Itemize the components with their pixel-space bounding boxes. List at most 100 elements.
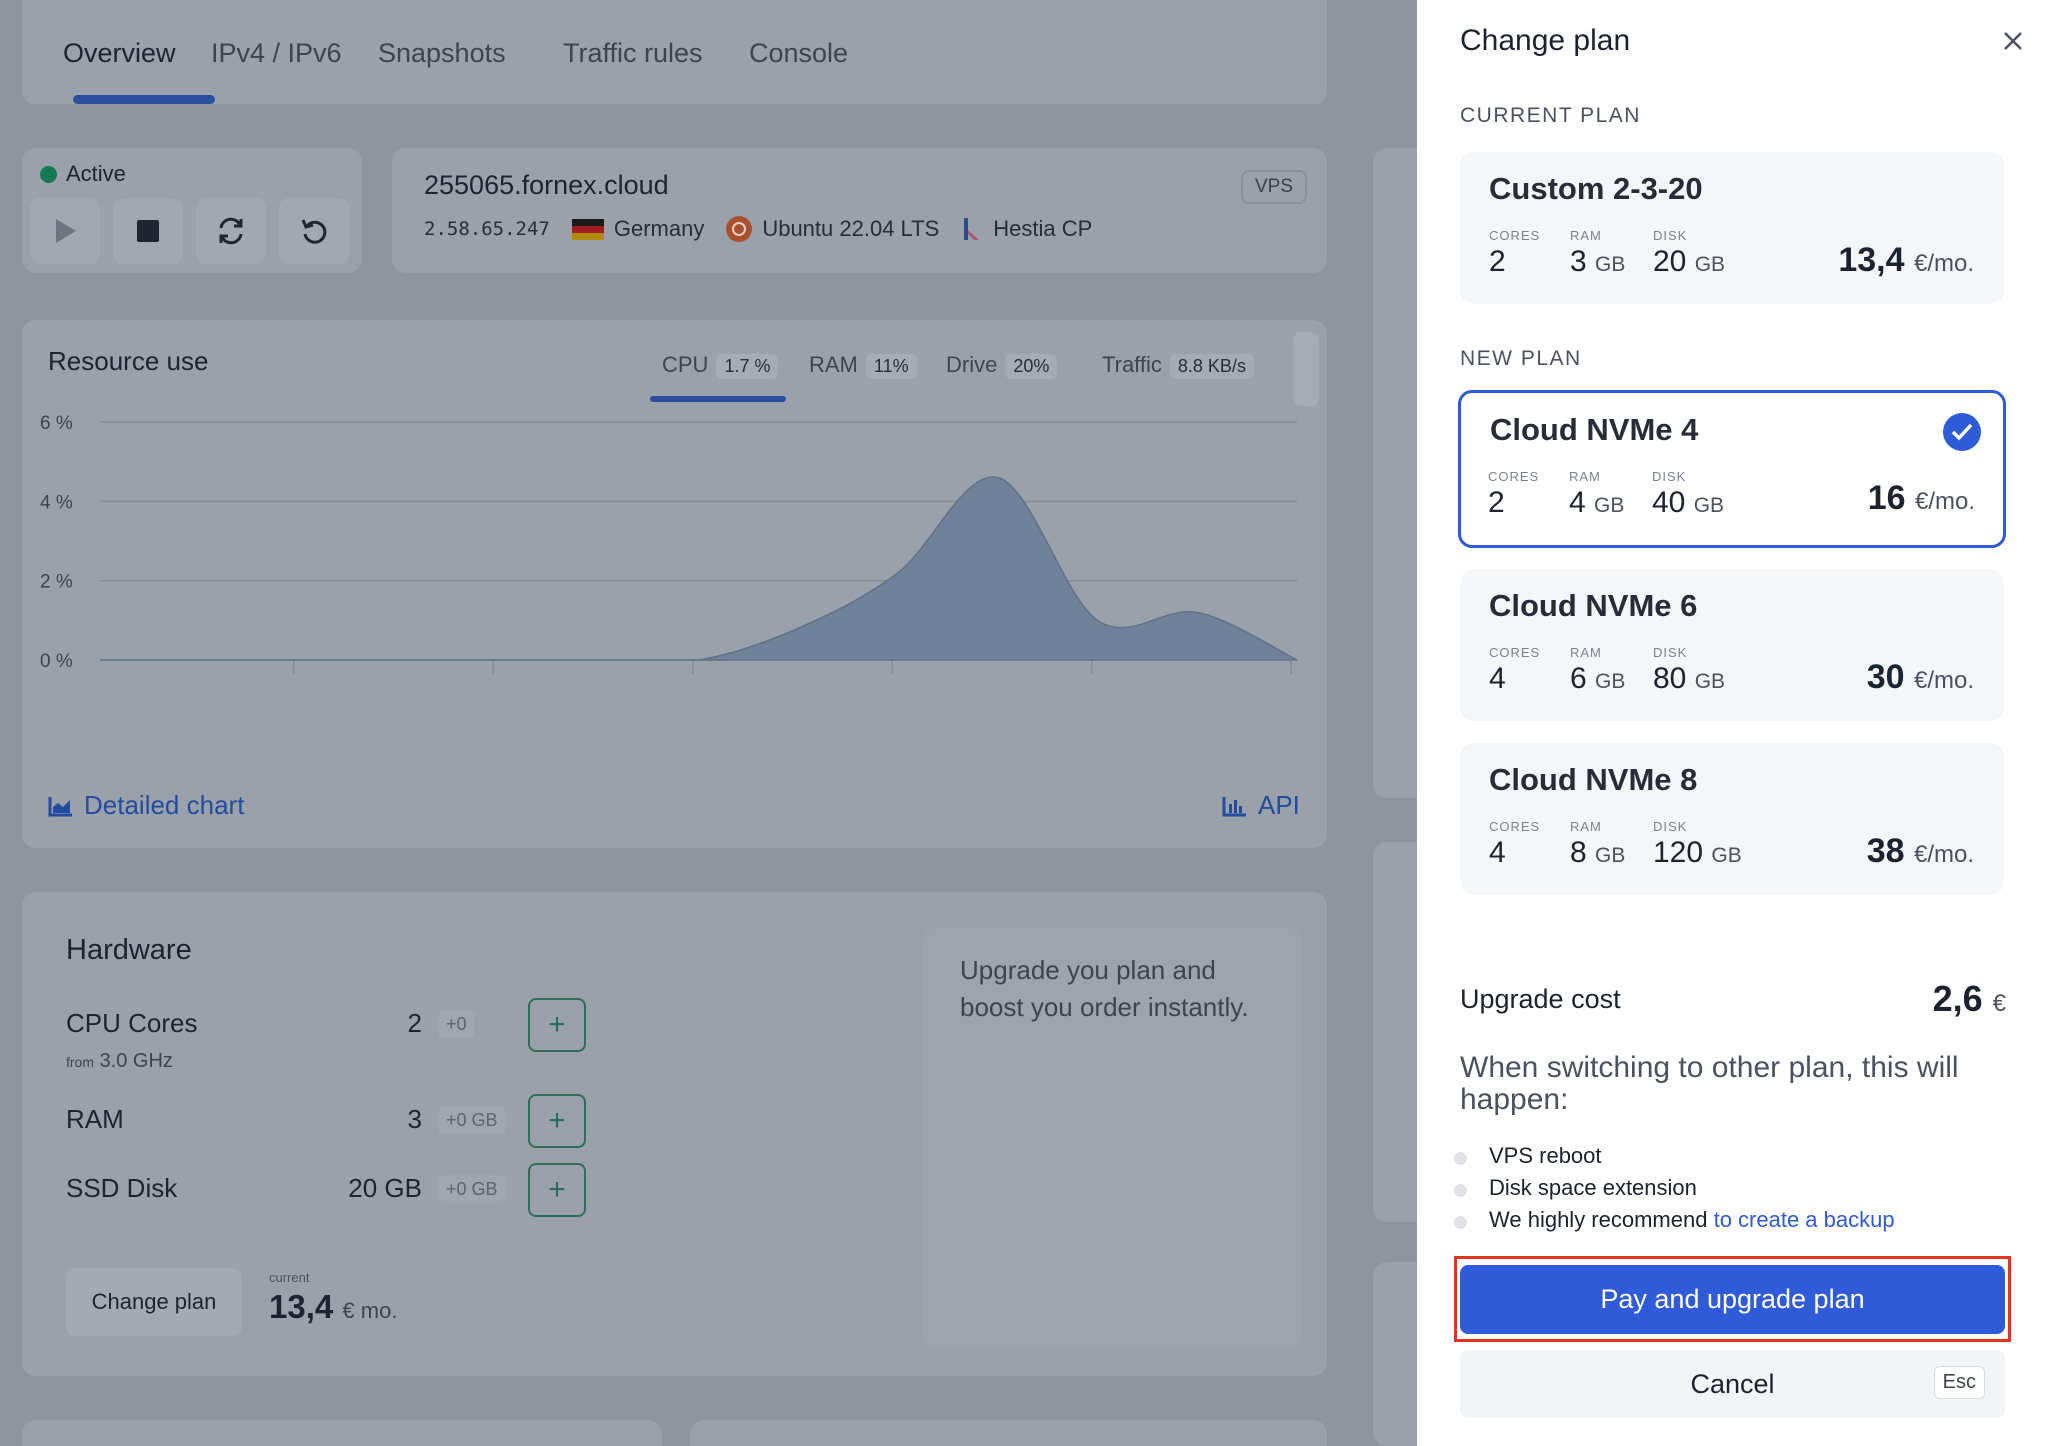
metric-value: 20% [1005,354,1058,379]
add-ram-button[interactable]: + [528,1094,586,1148]
hw-cpu-delta: +0 [438,1010,475,1039]
api-link[interactable]: API [1222,790,1300,821]
spec-value: 2 [1488,486,1505,519]
server-type-badge: VPS [1240,170,1307,204]
server-panel: Hestia CP [993,216,1093,241]
hw-cpu-freq-value: 3.0 GHz [99,1050,173,1072]
close-icon[interactable] [1998,26,2028,56]
start-button[interactable] [30,198,100,264]
spec-value: 20 GB [1653,245,1725,279]
spec-value: 4 [1489,662,1506,695]
plan-price-value: 13,4 [1838,241,1905,279]
tab-console[interactable]: Console [749,38,848,69]
metric-tab-drive[interactable]: Drive 20% [946,352,1058,379]
plan-cores: CORES 4 [1489,645,1540,696]
chart-y-tick-label: 0 % [40,651,73,672]
metric-label: Drive [946,352,998,377]
spec-value: 80 GB [1653,662,1725,696]
bottom-card [690,1420,1327,1446]
metric-label: Traffic [1102,352,1162,377]
recommend-text: We highly recommend [1489,1207,1714,1232]
spec-label: CORES [1488,469,1540,484]
plan-cores: CORES 2 [1489,228,1540,279]
tab-overview[interactable]: Overview [63,38,176,69]
tab-snapshots[interactable]: Snapshots [378,38,506,69]
tab-traffic-rules[interactable]: Traffic rules [563,38,703,69]
spec-unit: GB [1693,494,1725,517]
add-disk-button[interactable]: + [528,1163,586,1217]
reboot-button[interactable] [196,198,266,264]
add-cpu-button[interactable]: + [528,998,586,1052]
plan-option-nvme-4[interactable]: Cloud NVMe 4 CORES 2 RAM 4 GB DISK 40 GB 16… [1458,390,2006,548]
plan-option-nvme-6[interactable]: Cloud NVMe 6 CORES 4 RAM 6 GB DISK 80 GB 30… [1460,569,2004,721]
spec-label: RAM [1570,819,1602,834]
reset-button[interactable] [279,198,349,264]
metric-tab-cpu[interactable]: CPU 1.7 % [662,352,779,379]
metric-tab-ram[interactable]: RAM 11% [809,352,917,379]
metric-scrollbar[interactable] [1293,332,1319,406]
hw-cpu-frequency: from 3.0 GHz [66,1050,173,1073]
cpu-chart: 6 % 4 % 2 % 0 % [40,413,1298,674]
server-meta: 2.58.65.247 Germany Ubuntu 22.04 LTS Hes… [424,216,1092,242]
change-plan-button[interactable]: Change plan [66,1268,242,1336]
list-item: VPS reboot [1454,1140,1895,1172]
server-info: 255065.fornex.cloud VPS 2.58.65.247 Germ… [392,148,1327,273]
cancel-button[interactable]: Cancel Esc [1460,1350,2005,1418]
server-ip[interactable]: 2.58.65.247 [424,218,550,240]
current-price: 13,4 € mo. [269,1288,397,1326]
spec-unit: GB [1594,494,1625,517]
upgrade-cost: 2,6 € [1933,978,2006,1020]
upgrade-cost-value: 2,6 [1932,978,1983,1019]
plan-price-unit: €/mo. [1914,488,1975,515]
plan-name: Cloud NVMe 6 [1489,588,1698,623]
resource-title: Resource use [48,346,209,376]
hw-ram-delta: +0 GB [438,1106,506,1135]
hw-ram-label: RAM [66,1104,124,1134]
hw-cpu-from: from [66,1054,94,1070]
spec-label: DISK [1652,469,1687,484]
current-price-value: 13,4 [269,1288,334,1325]
refresh-icon [219,217,243,245]
spec-number: 4 [1569,486,1586,519]
detailed-chart-link[interactable]: Detailed chart [48,790,244,821]
metric-value: 8.8 KB/s [1169,354,1254,379]
stop-icon [137,220,159,242]
hw-cpu-label: CPU Cores [66,1008,198,1038]
spec-label: RAM [1570,228,1602,243]
hestia-icon [964,218,980,240]
plan-option-nvme-8[interactable]: Cloud NVMe 8 CORES 4 RAM 8 GB DISK 120 GB 3… [1460,743,2004,895]
spec-value: 2 [1489,245,1506,278]
plan-price-unit: €/mo. [1913,841,1974,868]
stop-button[interactable] [113,198,183,264]
metric-value: 11% [865,354,917,379]
server-os: Ubuntu 22.04 LTS [762,216,940,241]
spec-value: 4 [1489,836,1506,869]
spec-label: DISK [1653,228,1688,243]
metric-tab-traffic[interactable]: Traffic 8.8 KB/s [1102,352,1254,379]
detailed-chart-label: Detailed chart [84,790,245,820]
spec-unit: GB [1595,844,1626,867]
plan-cores: CORES 2 [1488,469,1539,520]
pay-and-upgrade-button[interactable]: Pay and upgrade plan [1460,1265,2005,1334]
spec-value: 120 GB [1653,836,1742,870]
hw-disk-value: 20 GB [348,1173,422,1203]
spec-unit: GB [1694,253,1726,276]
spec-value: 6 GB [1570,662,1625,696]
chart-y-tick-label: 2 % [40,572,73,593]
create-backup-link[interactable]: to create a backup [1714,1207,1895,1232]
plan-name: Cloud NVMe 4 [1490,412,1699,447]
status-dot [40,166,57,183]
hardware-card: Hardware CPU Cores from 3.0 GHz 2 +0 + R… [22,892,1327,1376]
spec-label: DISK [1653,645,1688,660]
plan-name: Custom 2-3-20 [1489,171,1703,206]
panel-title: Change plan [1460,24,1631,57]
area-chart-icon [48,796,72,816]
hw-disk-label: SSD Disk [66,1173,178,1203]
plan-price-unit: €/mo. [1913,667,1974,694]
tab-ip[interactable]: IPv4 / IPv6 [211,38,342,69]
api-label: API [1258,790,1300,820]
plan-price: 13,4 €/mo. [1838,241,1974,280]
background-app: Overview IPv4 / IPv6 Snapshots Traffic r… [0,0,1417,1446]
plan-price: 38 €/mo. [1867,832,1974,871]
spec-label: RAM [1569,469,1601,484]
